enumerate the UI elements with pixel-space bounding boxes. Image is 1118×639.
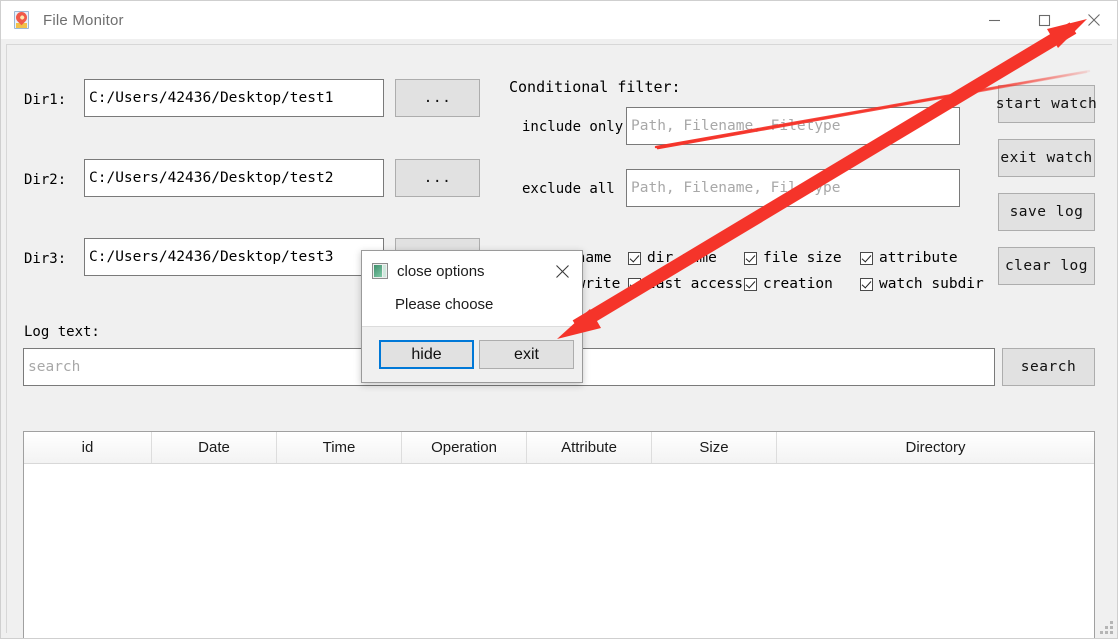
column-header-time[interactable]: Time	[277, 432, 402, 463]
dir2-browse-button[interactable]: ...	[395, 159, 480, 197]
exit-watch-button[interactable]: exit watch	[998, 139, 1095, 177]
conditional-filter-heading: Conditional filter:	[509, 78, 681, 96]
file-monitor-window: File Monitor Dir1: C:/Users/42436/Deskto…	[0, 0, 1118, 639]
app-window-icon	[372, 263, 388, 279]
include-only-input[interactable]: Path, Filename, Filetype	[626, 107, 960, 145]
start-watch-button[interactable]: start watch	[996, 85, 1097, 123]
save-log-button[interactable]: save log	[998, 193, 1095, 231]
dir1-label: Dir1:	[24, 92, 67, 108]
dialog-footer: hide exit	[362, 326, 582, 382]
table-header-row: id Date Time Operation Attribute Size Di…	[24, 432, 1094, 464]
checkbox-box	[744, 277, 757, 291]
include-only-label: include only	[522, 119, 624, 135]
checkbox-file-size[interactable]: file size	[744, 250, 842, 266]
checkbox-label: watch subdir	[879, 276, 984, 292]
column-header-attribute[interactable]: Attribute	[527, 432, 652, 463]
checkbox-label: dir name	[647, 250, 717, 266]
clear-log-button[interactable]: clear log	[998, 247, 1095, 285]
log-table: id Date Time Operation Attribute Size Di…	[23, 431, 1095, 638]
exclude-all-input[interactable]: Path, Filename, Filetype	[626, 169, 960, 207]
column-header-size[interactable]: Size	[652, 432, 777, 463]
dialog-title: close options	[397, 262, 485, 280]
table-body	[24, 464, 1094, 638]
log-text-heading: Log text:	[24, 324, 100, 340]
checkbox-last-access[interactable]: last access	[628, 276, 743, 292]
file-monitor-icon	[13, 9, 31, 29]
dir1-input[interactable]: C:/Users/42436/Desktop/test1	[84, 79, 384, 117]
dialog-message: Please choose	[395, 296, 494, 313]
minimize-button[interactable]	[969, 1, 1019, 39]
resize-grip[interactable]	[1100, 621, 1113, 634]
column-header-date[interactable]: Date	[152, 432, 277, 463]
checkbox-creation[interactable]: creation	[744, 276, 833, 292]
dir1-browse-button[interactable]: ...	[395, 79, 480, 117]
checkbox-watch-subdir[interactable]: watch subdir	[860, 276, 984, 292]
window-controls	[969, 1, 1117, 39]
checkbox-label: creation	[763, 276, 833, 292]
dialog-close-icon[interactable]	[542, 251, 582, 291]
dialog-exit-button[interactable]: exit	[479, 340, 574, 369]
checkbox-box	[860, 251, 873, 265]
maximize-button[interactable]	[1019, 1, 1069, 39]
column-header-operation[interactable]: Operation	[402, 432, 527, 463]
dir2-label: Dir2:	[24, 172, 67, 188]
close-options-dialog: close options Please choose hide exit	[361, 250, 583, 383]
checkbox-attribute[interactable]: attribute	[860, 250, 958, 266]
window-titlebar: File Monitor	[1, 1, 1117, 40]
window-title: File Monitor	[43, 11, 124, 29]
checkbox-box	[860, 277, 873, 291]
checkbox-dir-name[interactable]: dir name	[628, 250, 717, 266]
checkbox-label: attribute	[879, 250, 958, 266]
checkbox-box	[628, 277, 641, 291]
dir2-input[interactable]: C:/Users/42436/Desktop/test2	[84, 159, 384, 197]
checkbox-label: file size	[763, 250, 842, 266]
exclude-all-label: exclude all	[522, 181, 615, 197]
search-button[interactable]: search	[1002, 348, 1095, 386]
checkbox-box	[744, 251, 757, 265]
dir3-input[interactable]: C:/Users/42436/Desktop/test3	[84, 238, 384, 276]
dialog-hide-button[interactable]: hide	[379, 340, 474, 369]
checkbox-box	[628, 251, 641, 265]
dir3-label: Dir3:	[24, 251, 67, 267]
column-header-directory[interactable]: Directory	[777, 432, 1094, 463]
checkbox-label: last access	[647, 276, 744, 292]
dialog-titlebar: close options	[362, 251, 582, 291]
column-header-id[interactable]: id	[24, 432, 152, 463]
close-button[interactable]	[1069, 1, 1117, 39]
